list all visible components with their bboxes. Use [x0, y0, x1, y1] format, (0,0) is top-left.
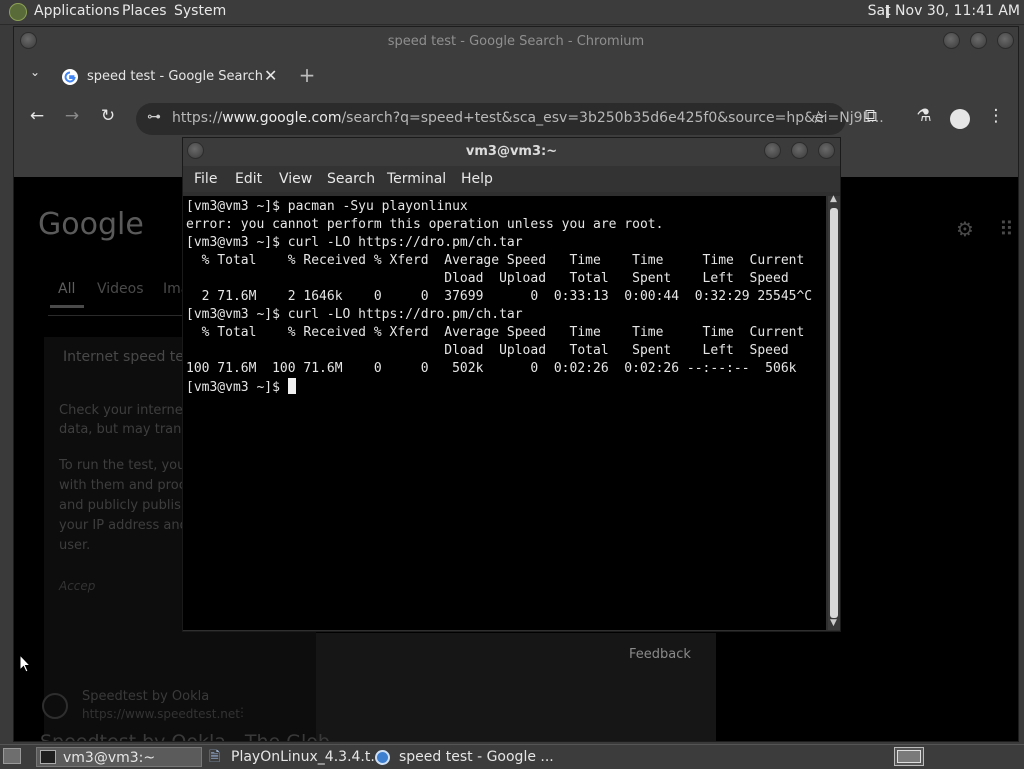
terminal-prompt: [vm3@vm3 ~]$	[186, 380, 288, 395]
terminal-window-menu-icon[interactable]	[187, 142, 204, 159]
chromium-window-title: speed test - Google Search - Chromium	[387, 34, 645, 49]
url-path: /search?q=speed+test&sca_esv=3b250b35d6e…	[341, 110, 884, 126]
profile-avatar-icon[interactable]	[950, 109, 970, 129]
taskbar-item-chromium[interactable]: speed test - Google ...	[373, 747, 554, 767]
url-scheme: https://	[172, 110, 223, 126]
google-favicon-icon	[62, 69, 78, 85]
menu-help[interactable]: Help	[461, 171, 493, 187]
terminal-line: [vm3@vm3 ~]$ curl -LO https://dro.pm/ch.…	[186, 235, 523, 250]
terminal-line: Dload Upload Total Spent Left Speed	[186, 343, 789, 358]
window-menu-icon[interactable]	[20, 32, 37, 49]
url-host: www.google.com	[222, 110, 342, 126]
result-more-icon[interactable]: ⋮	[236, 705, 248, 719]
speedtest-card-title: Internet speed te	[63, 349, 184, 365]
terminal-app-icon	[40, 750, 56, 764]
search-tab-videos[interactable]: Videos	[97, 281, 144, 297]
bottom-taskbar: vm3@vm3:~ 🗎 PlayOnLinux_4.3.4.t... speed…	[0, 744, 1024, 769]
chrome-menu-icon[interactable]: ⋮	[984, 106, 1008, 126]
menu-edit[interactable]: Edit	[235, 171, 262, 187]
browser-toolbar: ← → ↻ ⊶ https://www.google.com/search?q=…	[14, 95, 1018, 143]
new-tab-icon[interactable]: +	[295, 63, 319, 87]
applications-menu[interactable]: Applications	[34, 3, 120, 19]
terminal-screen[interactable]: [vm3@vm3 ~]$ pacman -Syu playonlinux err…	[183, 196, 826, 630]
archive-app-icon: 🗎	[209, 749, 221, 765]
tab-search-chevron-icon[interactable]: ⌄	[23, 65, 47, 79]
chromium-app-icon	[375, 750, 390, 765]
search-tab-all[interactable]: All	[58, 281, 75, 297]
forward-icon[interactable]: →	[60, 106, 84, 126]
taskbar-label: vm3@vm3:~	[63, 750, 156, 766]
workspace-1[interactable]	[897, 750, 921, 763]
places-menu[interactable]: Places	[122, 3, 167, 19]
terminal-maximize-icon[interactable]	[791, 142, 808, 159]
text-cursor	[287, 378, 296, 394]
bookmark-star-icon[interactable]: ☆	[811, 108, 826, 128]
accept-button[interactable]: Accep	[59, 579, 95, 593]
terminal-line: [vm3@vm3 ~]$ pacman -Syu playonlinux	[186, 199, 468, 214]
terminal-scrollbar[interactable]: ▲ ▼	[828, 194, 840, 630]
chromium-titlebar[interactable]: speed test - Google Search - Chromium	[14, 27, 1018, 57]
taskbar-label: PlayOnLinux_4.3.4.t...	[231, 749, 384, 765]
scroll-up-icon[interactable]: ▲	[830, 194, 837, 204]
result-url[interactable]: https://www.speedtest.net	[82, 707, 240, 721]
taskbar-item-terminal[interactable]: vm3@vm3:~	[36, 747, 202, 767]
minimize-icon[interactable]	[943, 32, 960, 49]
terminal-line: % Total % Received % Xferd Average Speed…	[186, 325, 805, 340]
active-tab-indicator	[50, 305, 84, 308]
terminal-menubar: File Edit View Search Terminal Help	[183, 166, 840, 192]
back-icon[interactable]: ←	[25, 106, 49, 126]
distro-logo-icon[interactable]	[9, 3, 27, 21]
result-heading[interactable]: Speedtest by Ookla - The Glob	[40, 731, 330, 741]
speedtest-para-2: To run the test, you'l with them and pro…	[59, 458, 194, 553]
google-logo[interactable]: Google	[38, 207, 144, 242]
tab-strip: ⌄ speed test - Google Search ✕ +	[14, 57, 1018, 95]
address-bar[interactable]: ⊶ https://www.google.com/search?q=speed+…	[136, 103, 884, 135]
terminal-line: [vm3@vm3 ~]$ curl -LO https://dro.pm/ch.…	[186, 307, 523, 322]
terminal-title: vm3@vm3:~	[465, 144, 558, 159]
terminal-line: error: you cannot perform this operation…	[186, 217, 664, 232]
terminal-window: vm3@vm3:~ File Edit View Search Terminal…	[182, 137, 841, 632]
menu-view[interactable]: View	[279, 171, 312, 187]
terminal-titlebar[interactable]: vm3@vm3:~	[183, 138, 840, 166]
scroll-down-icon[interactable]: ▼	[830, 618, 837, 628]
terminal-close-icon[interactable]	[818, 142, 835, 159]
menu-terminal[interactable]: Terminal	[387, 171, 446, 187]
taskbar-label: speed test - Google ...	[399, 749, 554, 765]
close-window-icon[interactable]	[997, 32, 1014, 49]
terminal-line: 2 71.6M 2 1646k 0 0 37699 0 0:33:13 0:00…	[186, 289, 813, 304]
labs-flask-icon[interactable]: ⚗	[912, 106, 936, 126]
taskbar-item-playonlinux[interactable]: 🗎 PlayOnLinux_4.3.4.t...	[207, 747, 384, 767]
terminal-line: % Total % Received % Xferd Average Speed…	[186, 253, 805, 268]
tabs-divider	[48, 315, 188, 316]
terminal-line: Dload Upload Total Spent Left Speed	[186, 271, 789, 286]
mouse-pointer-icon	[19, 654, 31, 673]
terminal-minimize-icon[interactable]	[764, 142, 781, 159]
system-menu[interactable]: System	[174, 3, 226, 19]
terminal-output: [vm3@vm3 ~]$ pacman -Syu playonlinux err…	[186, 198, 812, 397]
result-site-name[interactable]: Speedtest by Ookla	[82, 689, 209, 704]
apps-grid-icon[interactable]: ⠿	[999, 217, 1014, 241]
speedtest-para-1: Check your internet data, but may trans	[59, 403, 189, 437]
show-desktop-icon[interactable]	[3, 748, 21, 764]
extensions-icon[interactable]: ⧉	[859, 106, 883, 126]
terminal-scroll-thumb[interactable]	[830, 208, 838, 618]
maximize-icon[interactable]	[970, 32, 987, 49]
tab-title: speed test - Google Search	[87, 69, 263, 84]
terminal-line: 100 71.6M 100 71.6M 0 0 502k 0 0:02:26 0…	[186, 361, 797, 376]
menu-file[interactable]: File	[194, 171, 217, 187]
browser-tab[interactable]: speed test - Google Search ✕	[52, 61, 292, 93]
site-info-icon[interactable]: ⊶	[147, 109, 161, 125]
url-text[interactable]: https://www.google.com/search?q=speed+te…	[172, 110, 884, 126]
settings-gear-icon[interactable]: ⚙	[956, 217, 974, 241]
menu-search[interactable]: Search	[327, 171, 375, 187]
close-tab-icon[interactable]: ✕	[264, 66, 277, 85]
reload-icon[interactable]: ↻	[96, 106, 120, 126]
top-panel: Applications Places System Sat Nov 30, 1…	[0, 0, 1024, 25]
clock[interactable]: Sat Nov 30, 11:41 AM	[868, 3, 1020, 19]
workspace-switcher[interactable]	[894, 747, 924, 766]
speedtest-favicon-icon	[42, 693, 68, 719]
feedback-link[interactable]: Feedback	[629, 647, 691, 662]
